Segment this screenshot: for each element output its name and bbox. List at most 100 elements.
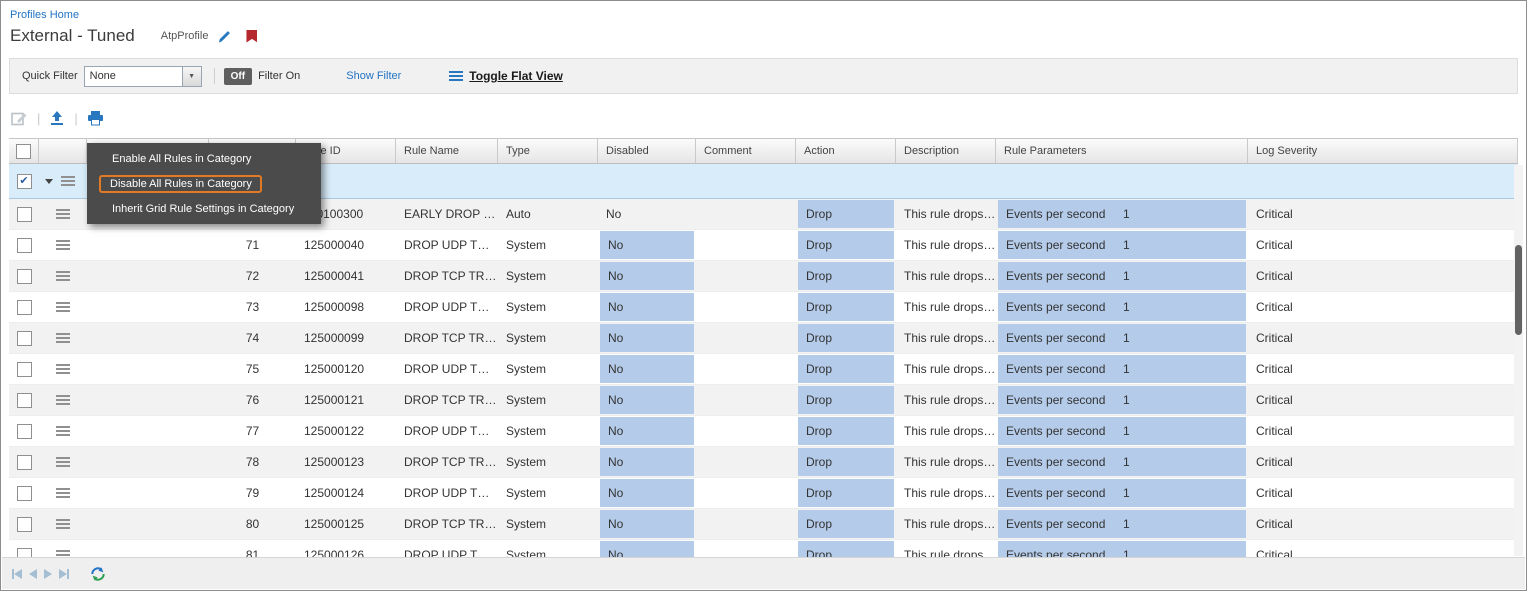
cell-disabled[interactable]: No [598, 447, 696, 477]
cell-action[interactable]: Drop [796, 509, 896, 539]
last-page-icon[interactable] [59, 569, 69, 579]
cell-disabled[interactable]: No [598, 261, 696, 291]
cell-rule-parameters[interactable]: Events per second1 [996, 230, 1248, 260]
row-checkbox-cell[interactable] [9, 323, 39, 353]
cell-action[interactable]: Drop [796, 230, 896, 260]
row-checkbox-cell[interactable] [9, 354, 39, 384]
col-log-severity[interactable]: Log Severity [1248, 139, 1518, 163]
collapse-caret-icon[interactable] [45, 179, 53, 184]
row-drag-handle[interactable] [39, 385, 87, 415]
cell-disabled[interactable]: No [598, 354, 696, 384]
col-disabled[interactable]: Disabled [598, 139, 696, 163]
vertical-scrollbar[interactable] [1514, 165, 1523, 556]
cell-rule-parameters[interactable]: Events per second1 [996, 354, 1248, 384]
col-type[interactable]: Type [498, 139, 598, 163]
cell-disabled[interactable]: No [598, 478, 696, 508]
cell-action[interactable]: Drop [796, 447, 896, 477]
row-checkbox[interactable] [17, 331, 32, 346]
cell-action[interactable]: Drop [796, 416, 896, 446]
table-row[interactable]: 79125000124DROP UDP T…SystemNoDropThis r… [9, 478, 1518, 509]
row-checkbox[interactable] [17, 455, 32, 470]
row-drag-handle[interactable] [39, 354, 87, 384]
table-row[interactable]: 74125000099DROP TCP TR…SystemNoDropThis … [9, 323, 1518, 354]
cell-rule-parameters[interactable]: Events per second1 [996, 478, 1248, 508]
table-row[interactable]: 75125000120DROP UDP T…SystemNoDropThis r… [9, 354, 1518, 385]
row-checkbox[interactable] [17, 486, 32, 501]
print-icon[interactable] [87, 110, 104, 126]
row-checkbox[interactable] [17, 269, 32, 284]
menu-item-inherit-grid-settings[interactable]: Inherit Grid Rule Settings in Category [87, 196, 321, 221]
row-checkbox-cell[interactable] [9, 478, 39, 508]
row-checkbox[interactable] [17, 238, 32, 253]
row-drag-handle[interactable] [39, 509, 87, 539]
row-menu-icon[interactable] [56, 457, 70, 467]
row-drag-handle[interactable] [39, 199, 87, 229]
row-menu-icon[interactable] [56, 240, 70, 250]
row-drag-handle[interactable] [39, 323, 87, 353]
row-checkbox-cell[interactable] [9, 509, 39, 539]
cell-rule-parameters[interactable]: Events per second1 [996, 323, 1248, 353]
row-checkbox[interactable] [17, 393, 32, 408]
row-menu-icon[interactable] [56, 519, 70, 529]
category-checkbox[interactable] [17, 174, 32, 189]
col-comment[interactable]: Comment [696, 139, 796, 163]
cell-disabled[interactable]: No [598, 540, 696, 557]
menu-item-enable-all-rules[interactable]: Enable All Rules in Category [87, 146, 321, 171]
row-checkbox-cell[interactable] [9, 385, 39, 415]
table-row[interactable]: 80125000125DROP TCP TR…SystemNoDropThis … [9, 509, 1518, 540]
row-checkbox-cell[interactable] [9, 199, 39, 229]
edit-profile-pencil-icon[interactable] [217, 29, 232, 44]
menu-item-disable-all-rules[interactable]: Disable All Rules in Category [87, 171, 321, 196]
row-drag-handle[interactable] [39, 478, 87, 508]
cell-rule-parameters[interactable]: Events per second1 [996, 199, 1248, 229]
cell-disabled[interactable]: No [598, 199, 696, 229]
cell-disabled[interactable]: No [598, 230, 696, 260]
toggle-flat-view-link[interactable]: Toggle Flat View [469, 69, 563, 83]
col-rule-name[interactable]: Rule Name [396, 139, 498, 163]
row-menu-icon[interactable] [56, 488, 70, 498]
row-checkbox[interactable] [17, 548, 32, 558]
row-checkbox-cell[interactable] [9, 292, 39, 322]
row-checkbox[interactable] [17, 517, 32, 532]
row-checkbox[interactable] [17, 300, 32, 315]
cell-disabled[interactable]: No [598, 385, 696, 415]
quick-filter-select[interactable]: None ▼ [84, 66, 202, 87]
cell-action[interactable]: Drop [796, 385, 896, 415]
row-menu-icon[interactable] [56, 302, 70, 312]
row-menu-icon[interactable] [56, 550, 70, 557]
cell-action[interactable]: Drop [796, 323, 896, 353]
select-all-checkbox-cell[interactable] [9, 139, 39, 163]
row-menu-icon[interactable] [56, 395, 70, 405]
row-drag-handle[interactable] [39, 447, 87, 477]
cell-action[interactable]: Drop [796, 199, 896, 229]
row-checkbox-cell[interactable] [9, 447, 39, 477]
row-checkbox[interactable] [17, 207, 32, 222]
row-checkbox[interactable] [17, 362, 32, 377]
row-menu-icon[interactable] [56, 271, 70, 281]
scrollbar-thumb[interactable] [1515, 245, 1522, 335]
row-drag-handle[interactable] [39, 416, 87, 446]
table-row[interactable]: 78125000123DROP TCP TR…SystemNoDropThis … [9, 447, 1518, 478]
table-row[interactable]: 76125000121DROP TCP TR…SystemNoDropThis … [9, 385, 1518, 416]
cell-action[interactable]: Drop [796, 292, 896, 322]
cell-action[interactable]: Drop [796, 354, 896, 384]
table-row[interactable]: 73125000098DROP UDP T…SystemNoDropThis r… [9, 292, 1518, 323]
cell-action[interactable]: Drop [796, 540, 896, 557]
table-row[interactable]: 77125000122DROP UDP T…SystemNoDropThis r… [9, 416, 1518, 447]
prev-page-icon[interactable] [29, 569, 37, 579]
show-filter-link[interactable]: Show Filter [346, 70, 401, 82]
row-checkbox-cell[interactable] [9, 416, 39, 446]
cell-disabled[interactable]: No [598, 292, 696, 322]
cell-rule-parameters[interactable]: Events per second1 [996, 416, 1248, 446]
cell-rule-parameters[interactable]: Events per second1 [996, 385, 1248, 415]
cell-rule-parameters[interactable]: Events per second1 [996, 509, 1248, 539]
red-flag-icon[interactable] [246, 30, 257, 43]
cell-disabled[interactable]: No [598, 416, 696, 446]
upload-icon[interactable] [49, 110, 65, 126]
col-rule-parameters[interactable]: Rule Parameters [996, 139, 1248, 163]
cell-disabled[interactable]: No [598, 509, 696, 539]
table-row[interactable]: 81125000126DROP UDP T…SystemNoDropThis r… [9, 540, 1518, 557]
cell-action[interactable]: Drop [796, 261, 896, 291]
col-action[interactable]: Action [796, 139, 896, 163]
cell-rule-parameters[interactable]: Events per second1 [996, 447, 1248, 477]
